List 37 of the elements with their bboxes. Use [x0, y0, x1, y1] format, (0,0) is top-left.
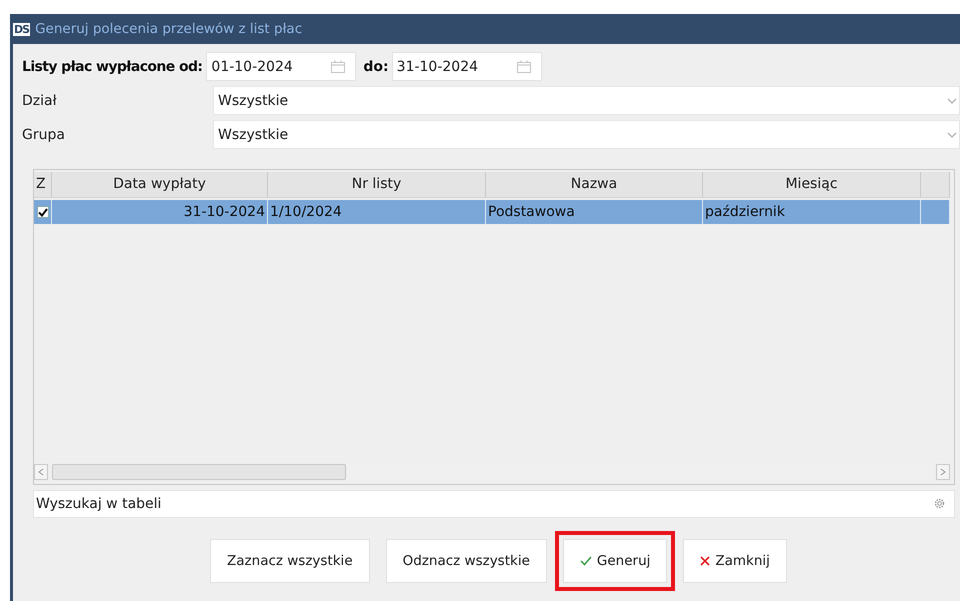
- table-cell: 31-10-2024: [52, 200, 268, 224]
- table-cell: Podstawowa: [486, 200, 703, 224]
- calendar-icon[interactable]: [516, 60, 531, 73]
- column-header[interactable]: Z: [34, 172, 52, 197]
- close-button[interactable]: Zamknij: [683, 539, 787, 583]
- table-row[interactable]: 31-10-2024 1/10/2024 Podstawowa październik: [34, 200, 950, 224]
- checkbox[interactable]: [36, 206, 48, 218]
- column-header[interactable]: Data wypłaty: [52, 172, 268, 197]
- app-logo: DS: [13, 22, 30, 36]
- chevron-down-icon[interactable]: [947, 98, 957, 104]
- window-title: Generuj polecenia przelewów z list płac: [35, 21, 302, 37]
- scroll-right-icon[interactable]: [936, 464, 950, 480]
- horizontal-scrollbar[interactable]: [34, 462, 950, 482]
- settings-icon[interactable]: [934, 498, 945, 509]
- date-field[interactable]: 01-10-2024: [206, 52, 356, 81]
- select-button[interactable]: Odznacz wszystkie: [386, 539, 547, 583]
- date-field[interactable]: 31-10-2024: [392, 52, 542, 81]
- close-icon: [700, 556, 710, 566]
- chevron-down-icon[interactable]: [947, 132, 957, 138]
- scroll-left-icon[interactable]: [34, 464, 48, 480]
- dropdown-field[interactable]: Wszystkie: [213, 120, 960, 149]
- column-header[interactable]: Nr listy: [268, 172, 486, 197]
- field-label: Listy płac wypłacone od:: [22, 58, 202, 74]
- column-header[interactable]: Miesiąc: [703, 172, 921, 197]
- field-label: do:: [363, 58, 389, 74]
- column-header[interactable]: Nazwa: [486, 172, 703, 197]
- field-label: Grupa: [22, 126, 66, 142]
- table-cell: październik: [703, 200, 921, 224]
- table-cell: 1/10/2024: [268, 200, 486, 224]
- search-field[interactable]: Wyszukaj w tabeli: [33, 490, 955, 518]
- field-label: Dział: [22, 92, 58, 108]
- dropdown-field[interactable]: Wszystkie: [213, 86, 960, 115]
- select-button[interactable]: Zaznacz wszystkie: [210, 539, 370, 583]
- generate-button[interactable]: Generuj: [562, 539, 668, 583]
- scrollbar-thumb[interactable]: [52, 464, 346, 480]
- calendar-icon[interactable]: [331, 60, 346, 73]
- check-icon: [580, 556, 592, 566]
